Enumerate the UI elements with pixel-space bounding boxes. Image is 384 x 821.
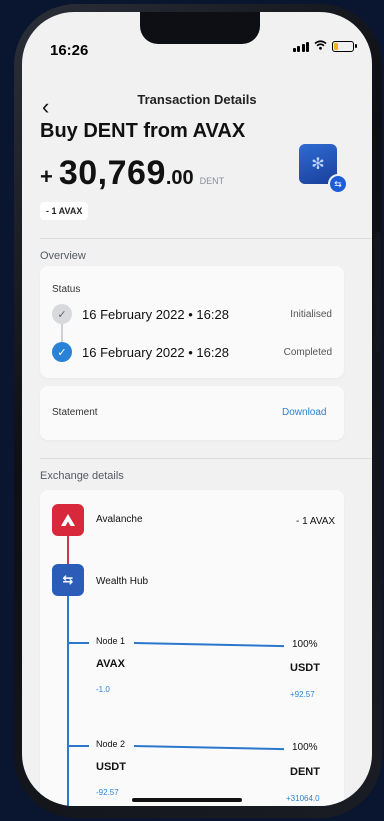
signal-icon — [292, 41, 309, 52]
exchange-label: Exchange details — [40, 470, 124, 482]
node-from-delta: -1.0 — [96, 685, 110, 694]
amount-integer: 30,769 — [58, 154, 166, 192]
battery-icon — [332, 41, 357, 52]
status-row-initialised: ✓ 16 February 2022 • 16:28 Initialised — [52, 304, 332, 324]
statement-label: Statement — [52, 407, 98, 418]
source-amount: - 1 AVAX — [296, 516, 336, 527]
divider — [40, 238, 372, 239]
spent-pill: - 1 AVAX — [40, 202, 89, 220]
home-indicator[interactable] — [132, 798, 242, 802]
status-state: Initialised — [290, 308, 332, 320]
node-branch — [67, 642, 89, 644]
node-to-token: USDT — [290, 662, 320, 674]
node-from-delta: -92.57 — [96, 788, 119, 797]
node-branch — [67, 745, 89, 747]
status-time: 16:26 — [50, 42, 89, 59]
node-to-token: DENT — [290, 766, 320, 778]
source-connector — [67, 536, 69, 564]
node-flow-line — [133, 745, 284, 751]
tree-trunk — [67, 596, 69, 806]
amount-sign: + — [40, 164, 53, 189]
avalanche-logo-icon — [52, 504, 84, 536]
app-screen: 16:26 ‹ Transaction Details Buy DENT fro… — [22, 12, 372, 806]
node-percent: 100% — [292, 742, 318, 753]
status-row-completed: ✓ 16 February 2022 • 16:28 Completed — [52, 342, 332, 362]
notch — [140, 12, 260, 44]
status-icons — [292, 40, 357, 53]
page-title: Transaction Details — [137, 92, 257, 107]
node-to-delta: +92.57 — [290, 690, 315, 699]
check-icon: ✓ — [52, 304, 72, 324]
node-to-delta: +31064.0 — [286, 794, 320, 803]
transaction-title: Buy DENT from AVAX — [40, 120, 246, 142]
status-date: 16 February 2022 • 16:28 — [82, 306, 229, 322]
exchange-card: Avalanche - 1 AVAX ⇆ Wealth Hub Node 1 1… — [40, 490, 344, 806]
swap-icon: ⇆ — [52, 564, 84, 596]
status-connector — [61, 324, 63, 342]
wifi-icon — [314, 40, 327, 53]
download-link[interactable]: Download — [282, 407, 326, 418]
node-percent: 100% — [292, 639, 318, 650]
amount-decimal: .00 — [165, 167, 194, 189]
status-state: Completed — [283, 346, 332, 358]
source-name: Avalanche — [96, 514, 143, 525]
side-button-lower — [375, 480, 381, 580]
node-label: Node 1 — [96, 636, 126, 646]
side-button — [375, 232, 381, 352]
status-card: Status ✓ 16 February 2022 • 16:28 Initia… — [40, 266, 344, 378]
node-flow-line — [133, 642, 284, 648]
received-amount: + 30,769 .00 DENT — [40, 154, 224, 193]
statement-card: Statement Download — [40, 386, 344, 440]
status-label: Status — [52, 284, 81, 295]
status-date: 16 February 2022 • 16:28 — [82, 344, 229, 360]
exchange-badge-icon: ⇆ — [328, 174, 348, 194]
hub-name: Wealth Hub — [96, 576, 149, 587]
check-icon: ✓ — [52, 342, 72, 362]
node-from-token: AVAX — [96, 658, 125, 670]
node-from-token: USDT — [96, 761, 126, 773]
amount-currency: DENT — [199, 176, 225, 186]
divider — [40, 458, 372, 459]
node-label: Node 2 — [96, 739, 126, 749]
overview-label: Overview — [40, 250, 86, 262]
